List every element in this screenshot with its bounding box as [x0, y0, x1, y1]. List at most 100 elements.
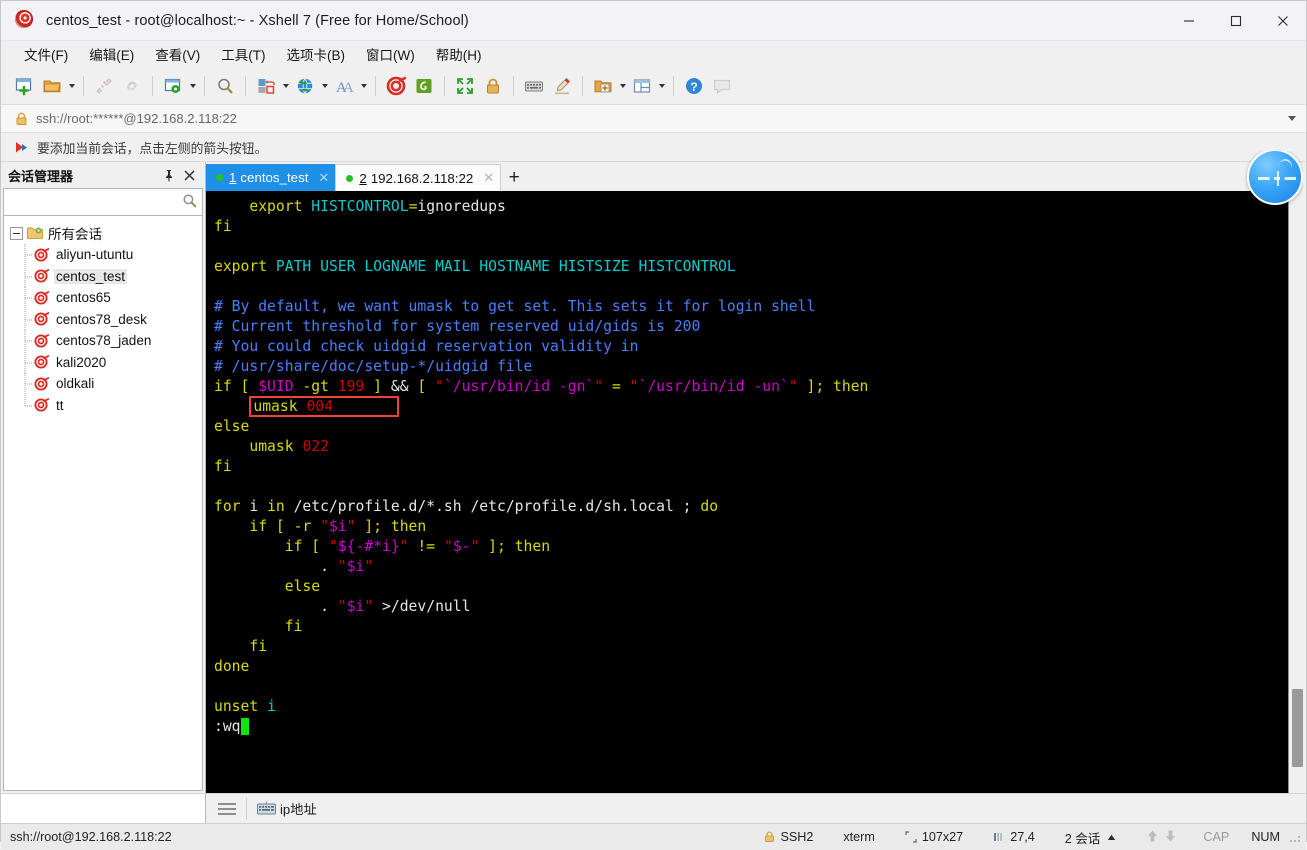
session-item-centos78-jaden[interactable]: centos78_jaden	[4, 330, 202, 352]
tree-expander-icon[interactable]	[10, 227, 23, 240]
terminal-text: [ -r	[267, 518, 320, 535]
close-icon[interactable]	[179, 165, 199, 185]
tab-192-168-2-118[interactable]: 2 192.168.2.118:22 ✕	[335, 164, 501, 191]
terminal-text: $i	[347, 558, 365, 575]
terminal-line: if [ -r "$i" ]; then	[214, 517, 1288, 537]
new-session-icon[interactable]	[10, 72, 38, 100]
maximize-button[interactable]	[1212, 1, 1259, 40]
tab-index: 1	[229, 170, 236, 185]
session-item-aliyun-utuntu[interactable]: aliyun-utuntu	[4, 244, 202, 266]
tab-centos_test[interactable]: 1 centos_test ✕	[206, 164, 335, 191]
terminal-text: $i	[329, 518, 347, 535]
session-item-centos65[interactable]: centos65	[4, 287, 202, 309]
menu-edit[interactable]: 编辑(E)	[80, 42, 143, 66]
layout-split-icon[interactable]	[628, 72, 656, 100]
terminal-line: . "$i" >/dev/null	[214, 597, 1288, 617]
disconnect-icon[interactable]	[90, 72, 118, 100]
session-tree-root[interactable]: 所有会话	[4, 222, 202, 244]
terminal-text: "	[338, 598, 347, 615]
main-body: 会话管理器	[1, 162, 1306, 793]
session-item-tt[interactable]: tt	[4, 395, 202, 417]
keyboard-icon[interactable]	[257, 801, 276, 816]
tree-connector	[24, 309, 33, 331]
menu-tools[interactable]: 工具(T)	[212, 42, 274, 66]
fullscreen-icon[interactable]	[451, 72, 479, 100]
globe-icon[interactable]	[291, 72, 319, 100]
highlight-pen-icon[interactable]	[548, 72, 576, 100]
transfer-file-icon[interactable]	[252, 72, 280, 100]
tab-close-icon[interactable]: ✕	[483, 170, 494, 186]
highlight-box: umask 004	[249, 396, 399, 417]
terminal-line: fi	[214, 637, 1288, 657]
session-item-kali2020[interactable]: kali2020	[4, 352, 202, 374]
session-item-centos-test[interactable]: centos_test	[4, 266, 202, 288]
session-item-label: oldkali	[54, 376, 96, 391]
open-folder-dropdown-caret[interactable]	[66, 72, 77, 100]
terminal-line: umask 004	[214, 397, 1288, 417]
session-icon	[34, 398, 49, 412]
comment-icon[interactable]	[708, 72, 736, 100]
terminal-text: -gt	[294, 378, 338, 395]
terminal-text	[214, 438, 249, 455]
terminal-text: then	[515, 538, 550, 555]
chevron-down-icon[interactable]	[1288, 105, 1296, 132]
hamburger-icon[interactable]	[218, 802, 236, 816]
font-dropdown-caret[interactable]	[358, 72, 369, 100]
terminal-text: unset	[214, 698, 258, 715]
terminal-text: &&	[391, 378, 409, 395]
toolbar-separator	[513, 76, 514, 96]
terminal-text: =	[603, 378, 630, 395]
layout-split-dropdown-caret[interactable]	[656, 72, 667, 100]
session-search-field[interactable]	[3, 188, 203, 216]
lock-icon[interactable]	[479, 72, 507, 100]
menu-tabs[interactable]: 选项卡(B)	[278, 42, 355, 66]
terminal-text: then	[833, 378, 868, 395]
scrollbar-thumb[interactable]	[1292, 689, 1303, 767]
xshell-icon[interactable]	[382, 72, 410, 100]
terminal-text: [	[302, 538, 329, 555]
speed-dial-ball[interactable]	[1247, 151, 1303, 205]
vertical-scrollbar[interactable]	[1288, 191, 1306, 793]
open-folder-icon[interactable]	[38, 72, 66, 100]
close-button[interactable]	[1259, 1, 1306, 40]
status-sessions[interactable]: 2 会话	[1065, 828, 1117, 847]
terminal-line: else	[214, 417, 1288, 437]
add-to-folder-icon[interactable]	[589, 72, 617, 100]
add-to-folder-dropdown-caret[interactable]	[617, 72, 628, 100]
keyboard-icon[interactable]	[520, 72, 548, 100]
session-properties-dropdown-caret[interactable]	[187, 72, 198, 100]
address-bar[interactable]: ssh://root:******@192.168.2.118:22	[1, 105, 1306, 133]
terminal-line	[214, 477, 1288, 497]
pin-icon[interactable]	[159, 165, 179, 185]
menu-help[interactable]: 帮助(H)	[427, 42, 491, 66]
speed-dial-widget[interactable]	[1245, 151, 1303, 205]
globe-dropdown-caret[interactable]	[319, 72, 330, 100]
minimize-button[interactable]	[1165, 1, 1212, 40]
xftp-icon[interactable]	[410, 72, 438, 100]
terminal-line: umask 022	[214, 437, 1288, 457]
terminal-text: "	[789, 378, 798, 395]
app-icon	[15, 10, 37, 32]
bottom-toolbar-label[interactable]: ip地址	[280, 799, 317, 818]
menu-window[interactable]: 窗口(W)	[357, 42, 424, 66]
session-item-centos78-desk[interactable]: centos78_desk	[4, 309, 202, 331]
terminal-output[interactable]: export HISTCONTROL=ignoredupsfi export P…	[206, 191, 1288, 793]
connect-link-icon[interactable]	[118, 72, 146, 100]
transfer-file-dropdown-caret[interactable]	[280, 72, 291, 100]
terminal-text: !=	[409, 538, 444, 555]
new-tab-button[interactable]: +	[501, 164, 527, 191]
terminal-text: if	[214, 378, 232, 395]
font-icon[interactable]: A A	[330, 72, 358, 100]
terminal-text: else	[285, 578, 320, 595]
terminal-text: 199	[338, 378, 365, 395]
session-item-oldkali[interactable]: oldkali	[4, 373, 202, 395]
menu-view[interactable]: 查看(V)	[146, 42, 209, 66]
caret-up-icon[interactable]	[1107, 834, 1116, 841]
tab-close-icon[interactable]: ✕	[318, 170, 329, 186]
menu-file[interactable]: 文件(F)	[15, 42, 77, 66]
session-properties-icon[interactable]	[159, 72, 187, 100]
address-input[interactable]: ssh://root:******@192.168.2.118:22	[36, 111, 237, 126]
terminal-text: export	[214, 258, 267, 275]
help-icon[interactable]: ?	[680, 72, 708, 100]
find-icon[interactable]	[211, 72, 239, 100]
